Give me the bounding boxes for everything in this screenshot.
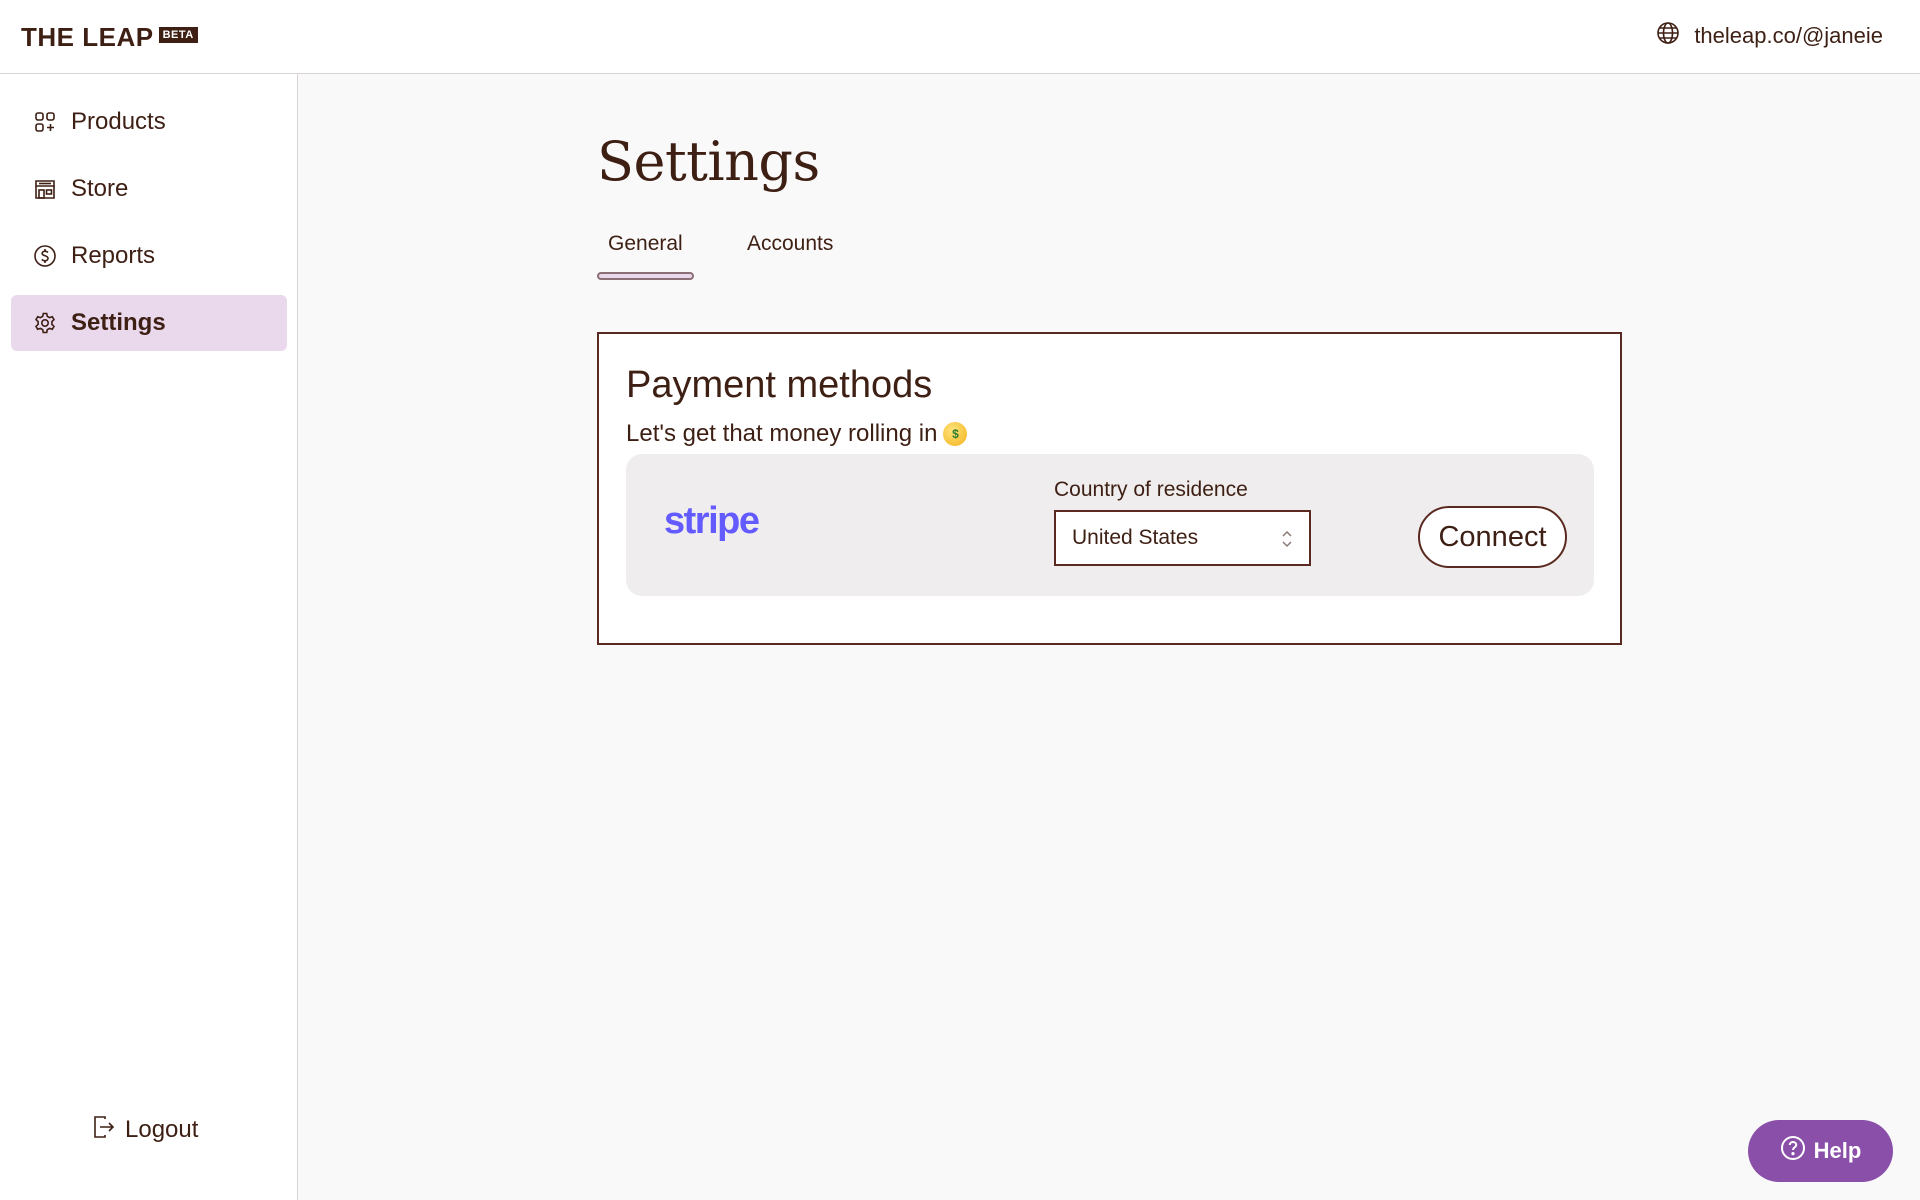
chevron-up-down-icon xyxy=(1281,528,1293,550)
sidebar-item-store[interactable]: Store xyxy=(11,161,287,217)
money-mouth-face-icon: $ xyxy=(943,422,968,446)
card-subtitle: Let's get that money rolling in $ xyxy=(626,420,968,448)
beta-badge: BETA xyxy=(158,27,198,43)
country-label: Country of residence xyxy=(1054,478,1248,501)
sidebar-item-label: Store xyxy=(71,175,129,202)
gear-icon xyxy=(33,311,57,335)
country-select-value: United States xyxy=(1072,526,1199,549)
logout-icon xyxy=(93,1115,115,1146)
sidebar-item-settings[interactable]: Settings xyxy=(11,295,287,351)
app-logo[interactable]: THE LEAP BETA xyxy=(21,20,198,54)
grid-plus-icon xyxy=(33,110,57,134)
top-bar: THE LEAP BETA theleap.co/@janeie xyxy=(0,0,1920,74)
card-title: Payment methods xyxy=(626,364,933,406)
page-title: Settings xyxy=(597,130,820,193)
connect-button[interactable]: Connect xyxy=(1418,506,1567,568)
question-circle-icon xyxy=(1780,1135,1806,1167)
sidebar-item-reports[interactable]: Reports xyxy=(11,228,287,284)
payment-methods-card: Payment methods Let's get that money rol… xyxy=(597,332,1622,645)
sidebar-item-products[interactable]: Products xyxy=(11,94,287,150)
sidebar: Products Store Reports Settings Logout xyxy=(0,74,298,1200)
stripe-panel: stripe Country of residence United State… xyxy=(626,454,1594,596)
globe-icon xyxy=(1656,21,1680,51)
card-subtitle-text: Let's get that money rolling in xyxy=(626,420,938,447)
dollar-circle-icon xyxy=(33,244,57,268)
site-link[interactable]: theleap.co/@janeie xyxy=(1656,20,1883,52)
logo-text: THE LEAP xyxy=(21,21,154,52)
sidebar-item-label: Products xyxy=(71,108,166,135)
logout-label: Logout xyxy=(125,1116,199,1143)
tab-general[interactable]: General xyxy=(608,232,683,256)
stripe-logo: stripe xyxy=(664,500,760,542)
sidebar-item-label: Reports xyxy=(71,242,156,269)
tab-accounts[interactable]: Accounts xyxy=(747,232,833,256)
country-select[interactable]: United States xyxy=(1054,510,1311,566)
site-url: theleap.co/@janeie xyxy=(1694,23,1883,48)
sidebar-item-label: Settings xyxy=(71,309,166,336)
help-button[interactable]: Help xyxy=(1748,1120,1893,1182)
help-label: Help xyxy=(1813,1138,1862,1163)
storefront-icon xyxy=(33,177,57,201)
logout-button[interactable]: Logout xyxy=(93,1110,198,1150)
active-tab-indicator xyxy=(597,272,694,280)
